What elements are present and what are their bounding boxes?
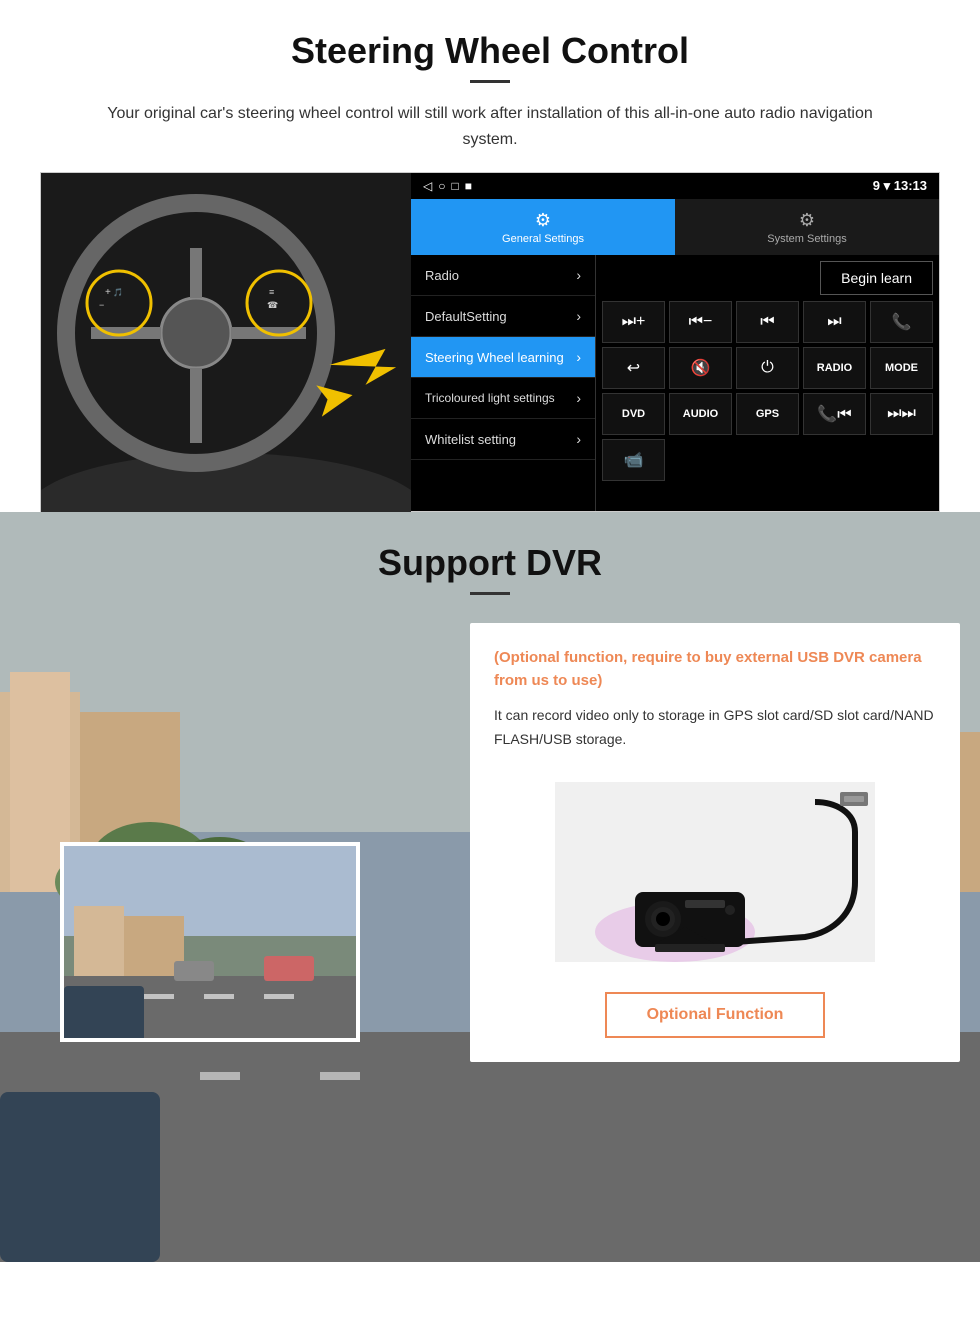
dvr-title: Support DVR — [0, 542, 980, 584]
chevron-icon-steering: › — [576, 349, 581, 365]
system-settings-icon: ⚙ — [799, 210, 815, 231]
gps-button[interactable]: GPS — [736, 393, 799, 435]
menu-tricoloured-label: Tricoloured light settings — [425, 391, 555, 405]
prev-track-button[interactable]: ⏮ — [736, 301, 799, 343]
dvr-optional-text: (Optional function, require to buy exter… — [494, 647, 936, 692]
svg-text:≡: ≡ — [269, 287, 274, 297]
dvr-divider — [470, 592, 510, 595]
svg-text:🎵: 🎵 — [113, 288, 123, 297]
menu-icon: ■ — [465, 179, 472, 193]
android-statusbar: ◁ ○ □ ■ 9 ▾ 13:13 — [411, 173, 939, 199]
statusbar-right: 9 ▾ 13:13 — [873, 178, 927, 194]
menu-defaultsetting-label: DefaultSetting — [425, 309, 507, 324]
back-call-button[interactable]: ↩ — [602, 347, 665, 389]
begin-learn-button[interactable]: Begin learn — [820, 261, 933, 295]
dvr-camera-svg — [555, 782, 875, 962]
title-divider — [470, 80, 510, 83]
tab-general-settings[interactable]: ⚙ General Settings — [411, 199, 675, 255]
time-display: 13:13 — [894, 178, 927, 193]
statusbar-left: ◁ ○ □ ■ — [423, 179, 472, 193]
begin-learn-row: Begin learn — [602, 261, 933, 295]
dvr-info-box: (Optional function, require to buy exter… — [470, 623, 960, 1062]
menu-radio-label: Radio — [425, 268, 459, 283]
recents-icon: □ — [451, 179, 458, 193]
back-icon: ◁ — [423, 179, 432, 193]
chevron-icon-radio: › — [576, 267, 581, 283]
dvr-camera-area — [494, 772, 936, 972]
dvr-thumbnail-svg — [64, 846, 360, 1042]
optional-function-button[interactable]: Optional Function — [605, 992, 826, 1038]
menu-item-tricoloured[interactable]: Tricoloured light settings › — [411, 378, 595, 419]
dvd-button[interactable]: DVD — [602, 393, 665, 435]
menu-whitelist-label: Whitelist setting — [425, 432, 516, 447]
next-track-button[interactable]: ⏭ — [803, 301, 866, 343]
control-grid: Begin learn ⏭+ ⏮− ⏮ ⏭ 📞 ↩ 🔇 ⏻ RADIO — [596, 255, 939, 511]
chevron-icon-tricoloured: › — [576, 390, 581, 406]
menu-steering-label: Steering Wheel learning — [425, 350, 564, 365]
vol-up-button[interactable]: ⏭+ — [602, 301, 665, 343]
steering-description: Your original car's steering wheel contr… — [80, 101, 900, 152]
dvr-right-panel: (Optional function, require to buy exter… — [470, 623, 960, 1062]
dvr-icon-button[interactable]: 📹 — [602, 439, 665, 481]
phone-prev-button[interactable]: 📞⏮ — [803, 393, 866, 435]
svg-text:+: + — [105, 287, 111, 298]
signal-icon: 9 ▾ — [873, 178, 894, 193]
mode-button[interactable]: MODE — [870, 347, 933, 389]
chevron-icon-default: › — [576, 308, 581, 324]
power-button[interactable]: ⏻ — [736, 347, 799, 389]
menu-item-defaultsetting[interactable]: DefaultSetting › — [411, 296, 595, 337]
chevron-icon-whitelist: › — [576, 431, 581, 447]
steering-title: Steering Wheel Control — [40, 30, 940, 72]
android-tabs: ⚙ General Settings ⚙ System Settings — [411, 199, 939, 255]
dvr-body: (Optional function, require to buy exter… — [0, 613, 980, 1102]
vol-down-button[interactable]: ⏮− — [669, 301, 732, 343]
steering-ui-screenshot: + − 🎵 ≡ ☎ ➤ ◁ ○ □ ■ — [40, 172, 940, 512]
android-content: Radio › DefaultSetting › Steering Wheel … — [411, 255, 939, 511]
menu-item-steering-wheel-learning[interactable]: Steering Wheel learning › — [411, 337, 595, 378]
phone-next-button[interactable]: ⏭⏭ — [870, 393, 933, 435]
dvr-header: Support DVR — [0, 512, 980, 613]
menu-item-whitelist[interactable]: Whitelist setting › — [411, 419, 595, 460]
home-icon: ○ — [438, 179, 445, 193]
radio-button[interactable]: RADIO — [803, 347, 866, 389]
tab-system-settings[interactable]: ⚙ System Settings — [675, 199, 939, 255]
mute-button[interactable]: 🔇 — [669, 347, 732, 389]
audio-button[interactable]: AUDIO — [669, 393, 732, 435]
phone-button[interactable]: 📞 — [870, 301, 933, 343]
steering-wheel-svg: + − 🎵 ≡ ☎ ➤ — [41, 173, 411, 513]
menu-list: Radio › DefaultSetting › Steering Wheel … — [411, 255, 596, 511]
general-settings-icon: ⚙ — [535, 210, 551, 231]
menu-item-radio[interactable]: Radio › — [411, 255, 595, 296]
tab-general-label: General Settings — [502, 233, 584, 245]
steering-photo: + − 🎵 ≡ ☎ ➤ — [41, 173, 411, 513]
dvr-thumbnail — [60, 842, 360, 1042]
button-grid: ⏭+ ⏮− ⏮ ⏭ 📞 ↩ 🔇 ⏻ RADIO MODE DVD AUDIO — [602, 301, 933, 481]
steering-section: Steering Wheel Control Your original car… — [0, 0, 980, 512]
dvr-left-panel — [20, 842, 450, 1062]
dvr-section: Support DVR — [0, 512, 980, 1262]
svg-text:☎: ☎ — [267, 300, 278, 310]
svg-text:−: − — [99, 300, 104, 310]
dvr-description: It can record video only to storage in G… — [494, 704, 936, 752]
steering-photo-inner: + − 🎵 ≡ ☎ ➤ — [41, 173, 411, 513]
android-panel: ◁ ○ □ ■ 9 ▾ 13:13 ⚙ General Settings ⚙ — [411, 173, 939, 511]
tab-system-label: System Settings — [767, 233, 846, 245]
